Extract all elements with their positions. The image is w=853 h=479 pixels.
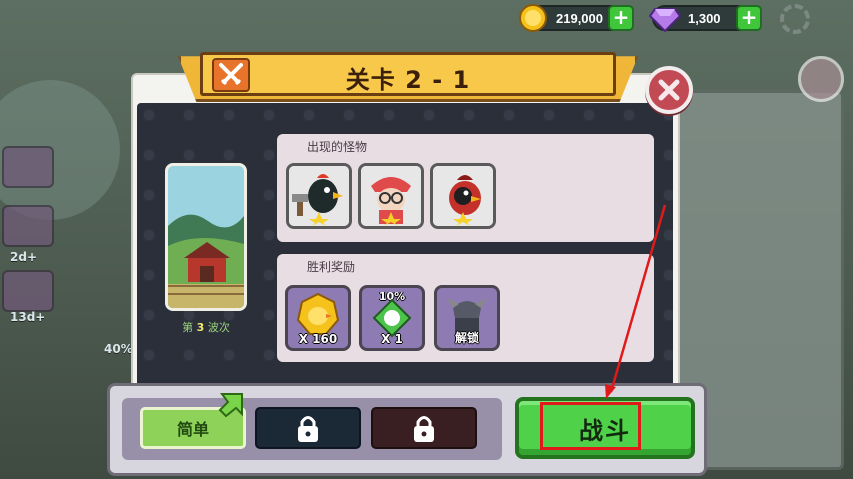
- rewards-title: 胜利奖励: [307, 260, 356, 274]
- annotation-highlight-box: [540, 402, 641, 450]
- level-title: 关卡 2 - 1: [345, 66, 471, 94]
- wave-number: 3: [196, 321, 205, 334]
- bg-side-tag: 2d+: [10, 250, 37, 264]
- reward-card[interactable]: X 160: [285, 285, 351, 351]
- monsters-title: 出现的怪物: [307, 140, 368, 154]
- lock-icon: [414, 416, 434, 442]
- selected-arrow-icon: [218, 393, 243, 418]
- gem-counter: 1,300 +: [649, 5, 762, 33]
- fish-head-glasses-icon: [361, 166, 421, 226]
- bg-side-item: [2, 270, 54, 312]
- duck-coin-icon: [516, 1, 550, 35]
- bg-side-item: [2, 146, 54, 188]
- add-gold-button[interactable]: +: [608, 5, 634, 31]
- close-icon: [658, 79, 680, 101]
- monster-card[interactable]: [358, 163, 424, 229]
- reward-qty: 解锁: [454, 331, 479, 345]
- monster-card[interactable]: [286, 163, 352, 229]
- level-thumbnail: [165, 163, 247, 311]
- purple-gem-icon: [648, 1, 682, 35]
- wave-suffix: 波次: [207, 321, 230, 334]
- lock-icon: [298, 416, 318, 442]
- reward-qty: X 1: [381, 332, 403, 346]
- reward-card[interactable]: 10% X 1: [359, 285, 425, 351]
- add-gems-button[interactable]: +: [736, 5, 762, 31]
- red-rooster-icon: [433, 166, 493, 226]
- hard-difficulty-locked[interactable]: [371, 407, 477, 449]
- bg-side-item: [2, 205, 54, 247]
- reward-card[interactable]: 解锁: [434, 285, 500, 351]
- easy-label: 简单: [176, 420, 209, 439]
- background-close-icon: [798, 56, 844, 102]
- wave-prefix: 第: [182, 321, 194, 334]
- normal-difficulty-locked[interactable]: [255, 407, 361, 449]
- monster-card[interactable]: [430, 163, 496, 229]
- wave-count-label: 第 3 波次: [165, 319, 247, 335]
- settings-gear-icon[interactable]: [780, 4, 810, 34]
- rooster-hammer-icon: [289, 166, 349, 226]
- bg-side-tag: 40%: [104, 342, 133, 356]
- reward-qty: X 160: [298, 332, 338, 346]
- bg-side-tag: 13d+: [10, 310, 46, 324]
- close-button[interactable]: [645, 66, 693, 114]
- title-banner: 关卡 2 - 1: [178, 50, 638, 102]
- gold-counter: 219,000 +: [519, 4, 634, 32]
